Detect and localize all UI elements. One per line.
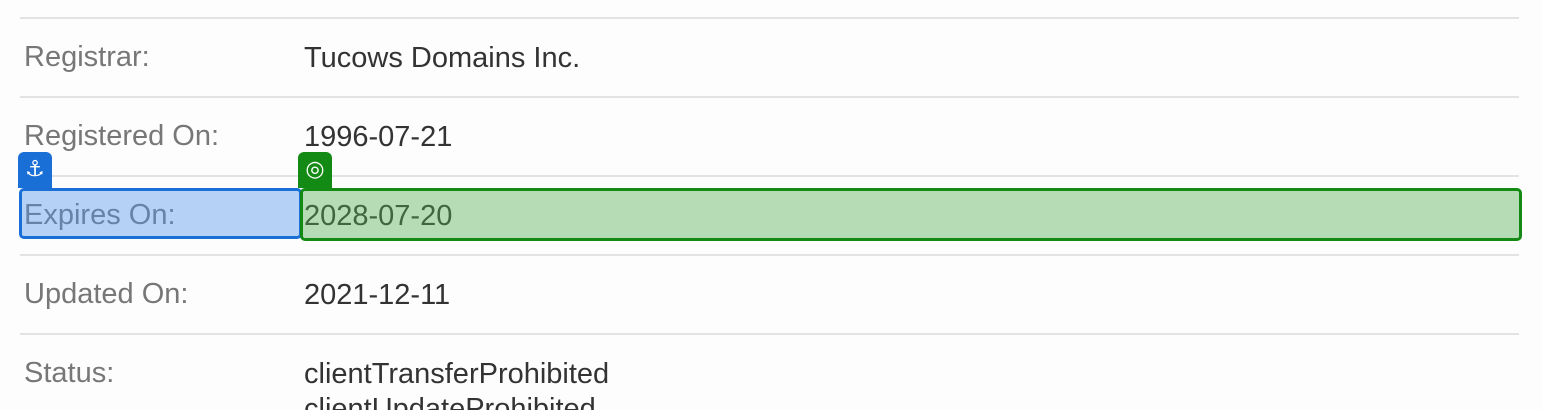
table-row-status: Status: clientTransferProhibited clientU… xyxy=(20,333,1519,410)
target-highlight-box xyxy=(300,188,1522,241)
status-label: Status: xyxy=(24,357,115,389)
anchor-highlight-box xyxy=(19,188,302,239)
registered-on-value: 1996-07-21 xyxy=(304,121,453,153)
table-row-registered-on: Registered On: 1996-07-21 xyxy=(20,96,1519,175)
registrar-value: Tucows Domains Inc. xyxy=(304,42,581,74)
status-value-update: clientUpdateProhibited xyxy=(304,393,596,410)
registrar-label: Registrar: xyxy=(24,41,150,73)
status-value-transfer: clientTransferProhibited xyxy=(304,358,610,390)
anchor-icon: ⚓ xyxy=(18,152,52,188)
target-icon: ◎ xyxy=(298,152,332,188)
updated-on-label: Updated On: xyxy=(24,278,189,310)
table-row-registrar: Registrar: Tucows Domains Inc. xyxy=(20,17,1519,96)
status-values: clientTransferProhibited clientUpdatePro… xyxy=(304,357,609,410)
table-row-updated-on: Updated On: 2021-12-11 xyxy=(20,254,1519,333)
registered-on-label: Registered On: xyxy=(24,120,220,152)
updated-on-value: 2021-12-11 xyxy=(304,279,451,311)
